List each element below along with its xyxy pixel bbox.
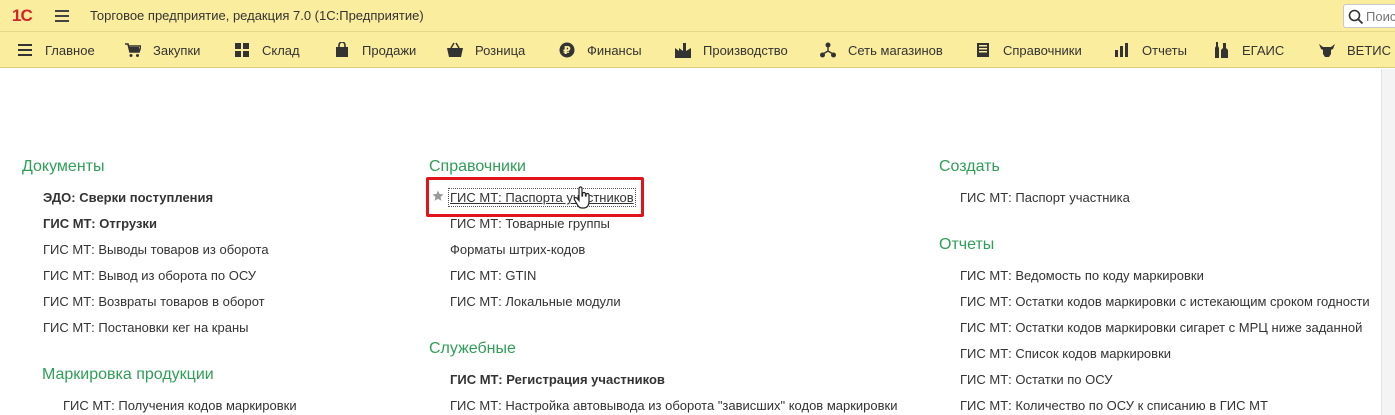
section-catalogs[interactable]: Справочники <box>975 32 1082 67</box>
ruble-coin-icon: ₽ <box>559 42 575 58</box>
sections-panel: Главное Закупки Склад Продажи Розница ₽ … <box>0 32 1395 68</box>
section-warehouse[interactable]: Склад <box>234 32 300 67</box>
link-gis-withdrawal-osu[interactable]: ГИС МТ: Вывод из оборота по ОСУ <box>43 268 256 283</box>
section-label: Розница <box>475 42 526 58</box>
section-label: Закупки <box>153 42 201 58</box>
link-gis-withdrawals[interactable]: ГИС МТ: Выводы товаров из оборота <box>43 242 269 257</box>
link-gis-participant-passport[interactable]: ГИС МТ: Паспорт участника <box>960 190 1130 205</box>
book-icon <box>977 43 989 57</box>
section-label: ЕГАИС <box>1242 42 1285 58</box>
section-vetis[interactable]: ВЕТИС <box>1319 32 1392 67</box>
section-label: Главное <box>45 42 95 58</box>
link-gis-keg-taps[interactable]: ГИС МТ: Постановки кег на краны <box>43 320 248 335</box>
section-label: Склад <box>262 42 300 58</box>
network-icon <box>820 42 836 58</box>
link-gis-auto-withdrawal-setup[interactable]: ГИС МТ: Настройка автовывода из оборота … <box>450 398 897 413</box>
link-gis-code-receipts[interactable]: ГИС МТ: Получения кодов маркировки <box>63 398 297 413</box>
section-production[interactable]: Производство <box>675 32 788 67</box>
section-label: ВЕТИС <box>1347 42 1392 58</box>
search-icon <box>1348 9 1364 25</box>
link-report-osu-writeoff[interactable]: ГИС МТ: Количество по ОСУ к списанию в Г… <box>960 398 1268 413</box>
link-gis-local-modules[interactable]: ГИС МТ: Локальные модули <box>450 294 621 309</box>
link-report-cigarette-mrp[interactable]: ГИС МТ: Остатки кодов маркировки сигарет… <box>960 320 1362 335</box>
link-report-code-list[interactable]: ГИС МТ: Список кодов маркировки <box>960 346 1171 361</box>
section-label: Сеть магазинов <box>848 42 943 58</box>
menu-icon <box>18 44 32 56</box>
section-finance[interactable]: ₽ Финансы <box>559 32 642 67</box>
section-main[interactable]: Главное <box>17 32 95 67</box>
link-gis-gtin[interactable]: ГИС МТ: GTIN <box>450 268 536 283</box>
link-edo-reconciliations[interactable]: ЭДО: Сверки поступления <box>43 190 213 205</box>
red-highlight-frame <box>426 177 644 217</box>
link-report-osu-balances[interactable]: ГИС МТ: Остатки по ОСУ <box>960 372 1112 387</box>
bar-chart-icon <box>1115 43 1128 57</box>
main-menu-icon[interactable] <box>55 10 69 22</box>
search-input[interactable] <box>1366 7 1395 25</box>
group-title-marking: Маркировка продукции <box>42 366 214 383</box>
cow-icon <box>1319 44 1335 57</box>
vertical-scrollbar[interactable] <box>1381 69 1395 415</box>
section-label: Финансы <box>587 42 642 58</box>
section-purchases[interactable]: Закупки <box>125 32 201 67</box>
section-reports[interactable]: Отчеты <box>1114 32 1187 67</box>
section-sales[interactable]: Продажи <box>334 32 417 67</box>
section-label: Справочники <box>1003 42 1082 58</box>
section-retail[interactable]: Розница <box>447 32 526 67</box>
link-gis-participant-registration[interactable]: ГИС МТ: Регистрация участников <box>450 372 665 387</box>
basket-icon <box>447 42 463 57</box>
bottles-icon <box>1215 42 1228 58</box>
group-title-documents: Документы <box>22 158 105 175</box>
search-box[interactable] <box>1343 4 1395 28</box>
cart-icon <box>125 43 141 57</box>
link-gis-returns[interactable]: ГИС МТ: Возвраты товаров в оборот <box>43 294 265 309</box>
hand-cursor-icon <box>573 186 590 209</box>
link-report-code-statement[interactable]: ГИС МТ: Ведомость по коду маркировки <box>960 268 1204 283</box>
svg-text:₽: ₽ <box>563 44 571 57</box>
link-gis-shipments[interactable]: ГИС МТ: Отгрузки <box>43 216 157 231</box>
group-title-service: Служебные <box>429 340 516 357</box>
app-title: Торговое предприятие, редакция 7.0 (1С:П… <box>90 8 424 23</box>
section-label: Отчеты <box>1142 42 1187 58</box>
section-label: Продажи <box>362 42 417 58</box>
group-title-catalogs: Справочники <box>429 158 526 175</box>
group-title-reports: Отчеты <box>939 236 995 253</box>
title-bar: 1С Торговое предприятие, редакция 7.0 (1… <box>0 0 1395 32</box>
link-barcode-formats[interactable]: Форматы штрих-кодов <box>450 242 585 257</box>
group-title-create: Создать <box>939 158 1000 175</box>
shopping-bag-icon <box>336 42 348 57</box>
section-store-network[interactable]: Сеть магазинов <box>820 32 943 67</box>
section-egais[interactable]: ЕГАИС <box>1214 32 1285 67</box>
factory-icon <box>675 43 691 58</box>
link-gis-product-groups[interactable]: ГИС МТ: Товарные группы <box>450 216 610 231</box>
warehouse-grid-icon <box>235 43 249 57</box>
section-label: Производство <box>703 42 788 58</box>
link-report-expiring-codes[interactable]: ГИС МТ: Остатки кодов маркировки с истек… <box>960 294 1370 309</box>
1c-logo[interactable]: 1С <box>12 7 33 25</box>
